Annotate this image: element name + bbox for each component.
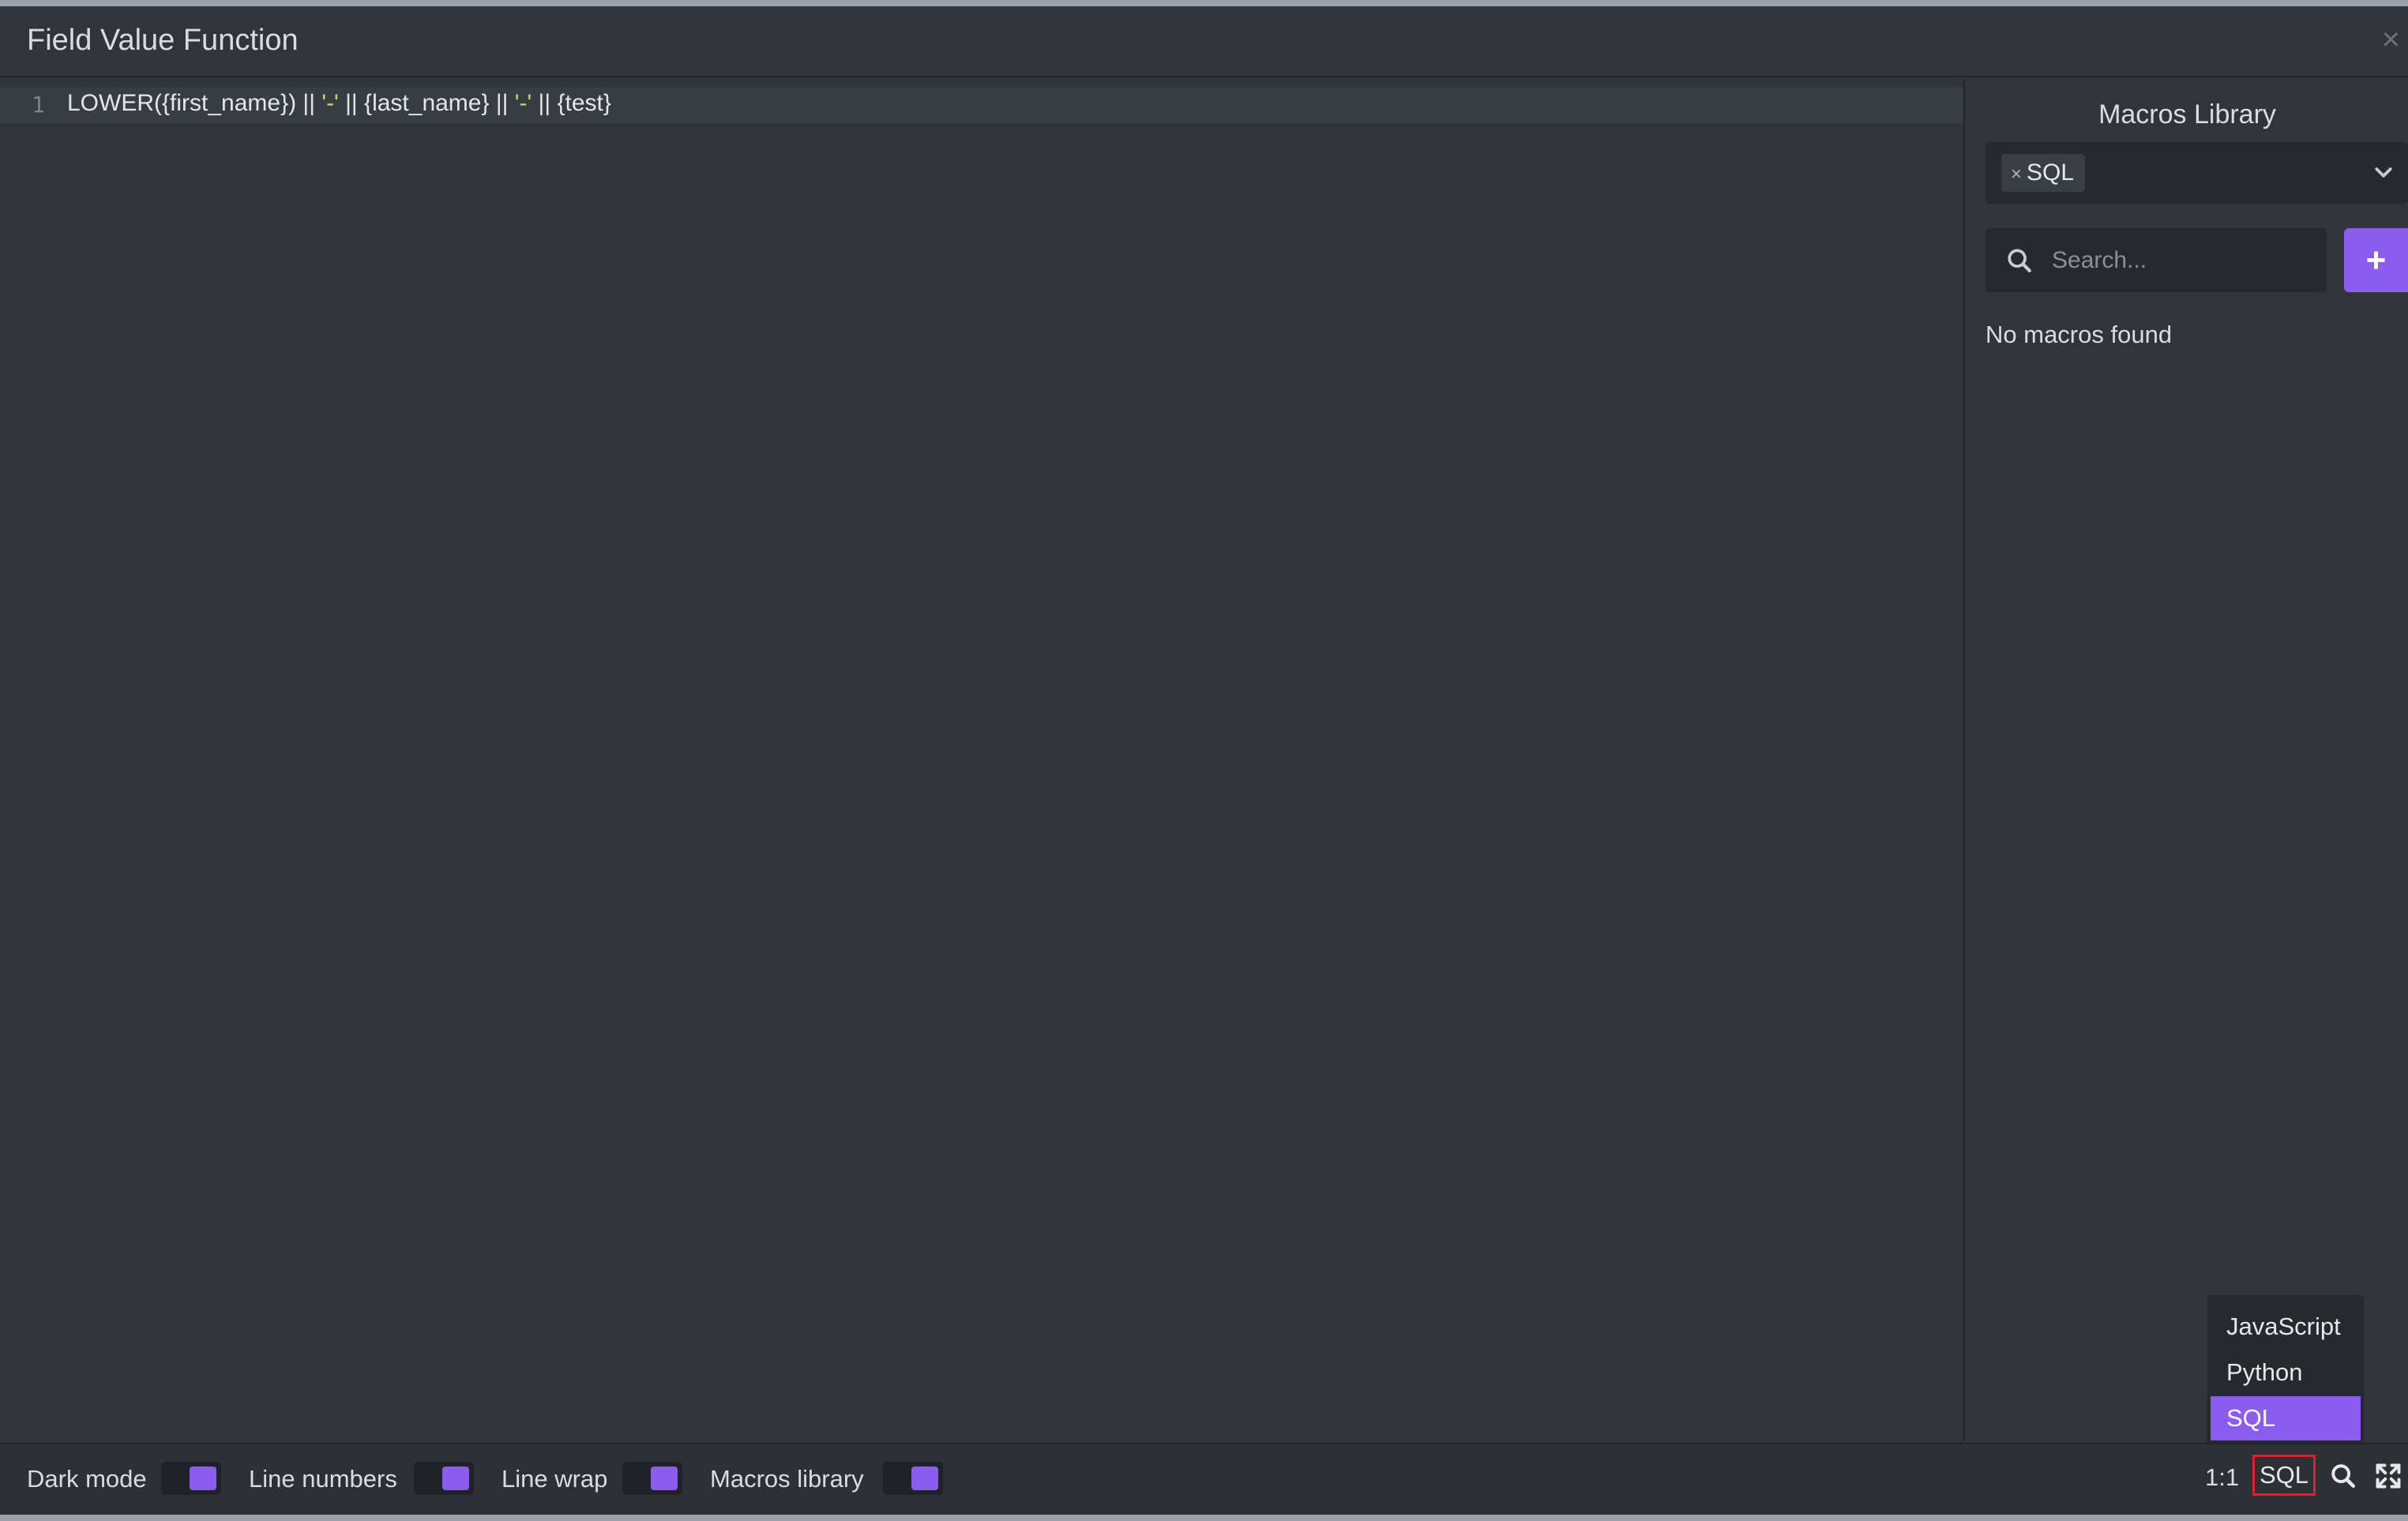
editor-footer: Dark mode Line numbers Line wrap Macros …	[0, 1443, 2408, 1515]
code-token: || {last_name} ||	[338, 90, 515, 116]
background-page-strip	[0, 0, 2408, 6]
macros-library-toggle[interactable]	[883, 1462, 943, 1495]
dark-mode-toggle[interactable]	[161, 1462, 221, 1495]
no-macros-message: No macros found	[1985, 321, 2173, 348]
modal-header: Field Value Function ×	[0, 6, 2408, 77]
code-token: || {test}	[532, 90, 611, 116]
filter-tag-sql: × SQL	[2001, 154, 2086, 192]
code-editor[interactable]: 1 LOWER({first_name}) || '-' || {last_na…	[0, 79, 1965, 1441]
remove-tag-icon[interactable]: ×	[2011, 163, 2022, 185]
dark-mode-label: Dark mode	[27, 1465, 147, 1493]
macros-library-panel: Macros Library ×SQL + No macros found	[1967, 79, 2408, 1441]
toggle-knob	[651, 1467, 678, 1490]
filter-tag-label: SQL	[2027, 160, 2075, 186]
line-numbers-label: Line numbers	[249, 1465, 397, 1493]
search-icon	[2008, 249, 2031, 272]
macros-library-label: Macros library	[710, 1465, 864, 1493]
line-wrap-label: Line wrap	[502, 1465, 608, 1493]
language-option-python[interactable]: Python	[2211, 1350, 2361, 1395]
line-wrap-toggle[interactable]	[622, 1462, 682, 1495]
language-option-javascript[interactable]: JavaScript	[2211, 1305, 2361, 1349]
line-numbers-toggle[interactable]	[414, 1462, 474, 1495]
macro-search-box[interactable]	[1985, 228, 2327, 292]
macro-search-input[interactable]	[2050, 236, 2314, 285]
code-token: LOWER({first_name}) ||	[67, 90, 322, 116]
macros-library-title: Macros Library	[2098, 100, 2276, 130]
expand-icon[interactable]	[2374, 1462, 2402, 1490]
line-number: 1	[32, 92, 45, 118]
code-text[interactable]: LOWER({first_name}) || '-' || {last_name…	[67, 90, 611, 117]
language-dropdown-menu: JavaScript Python SQL	[2207, 1295, 2364, 1445]
code-token-string: '-'	[514, 90, 532, 116]
macro-language-filter[interactable]: × SQL	[1985, 142, 2408, 204]
chevron-down-icon[interactable]	[2372, 161, 2395, 185]
field-value-function-modal: Field Value Function × 1 LOWER({first_na…	[0, 6, 2408, 1515]
add-macro-button[interactable]: +	[2344, 228, 2408, 292]
background-page-strip	[0, 1515, 2408, 1521]
modal-title: Field Value Function	[27, 24, 299, 57]
toggle-knob	[442, 1467, 469, 1490]
search-icon[interactable]	[2330, 1463, 2357, 1489]
close-icon[interactable]: ×	[2382, 24, 2400, 55]
code-token-string: '-'	[321, 90, 339, 116]
toggle-knob	[190, 1467, 216, 1490]
language-option-sql[interactable]: SQL	[2211, 1396, 2361, 1440]
cursor-position: 1:1	[2205, 1463, 2240, 1491]
toggle-knob	[911, 1467, 938, 1490]
language-selector-button[interactable]: SQL	[2252, 1455, 2316, 1496]
code-line-active[interactable]: 1 LOWER({first_name}) || '-' || {last_na…	[0, 87, 1963, 123]
